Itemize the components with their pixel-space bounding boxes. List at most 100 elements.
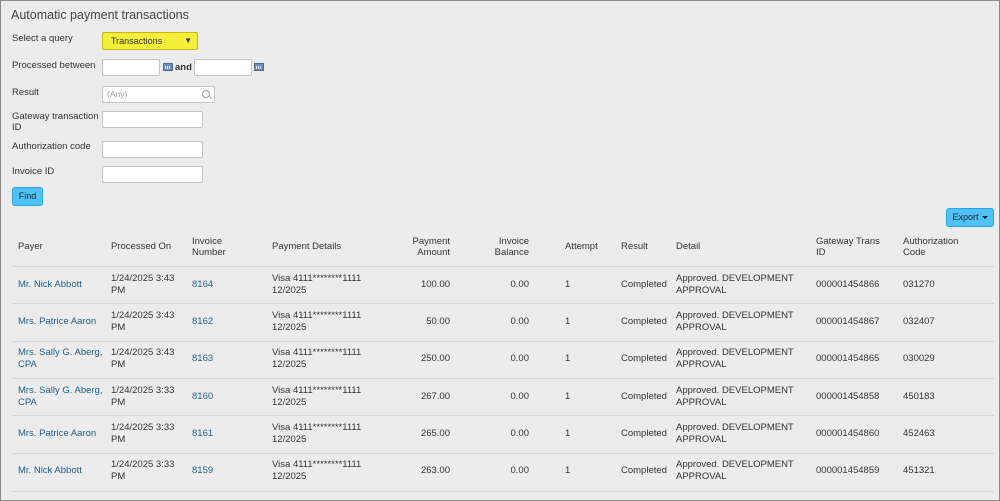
header-payment-amount: Payment Amount — [412, 236, 451, 258]
cell-processed-on: 1/24/2025 3:33 PM — [111, 459, 175, 483]
cell-invoice-number[interactable]: 8164 — [192, 279, 252, 291]
cell-authorization-code: 032407 — [903, 315, 935, 327]
cell-invoice-balance: 0.00 — [510, 315, 530, 327]
auth-input[interactable] — [102, 141, 203, 158]
cell-payment-amount: 50.00 — [426, 315, 450, 327]
cell-detail: Approved. DEVELOPMENT APPROVAL — [676, 347, 794, 371]
cell-payer[interactable]: Mr. Nick Abbott — [18, 465, 108, 477]
processed-to-input[interactable] — [194, 59, 252, 76]
cell-gateway-trans-id: 000001454860 — [816, 427, 880, 439]
processed-from-input[interactable] — [102, 59, 160, 76]
header-authorization-code: Authorization Code — [903, 236, 959, 258]
cell-payment-amount: 100.00 — [420, 278, 450, 290]
page-title: Automatic payment transactions — [11, 8, 189, 22]
cell-gateway-trans-id: 000001454865 — [816, 353, 880, 365]
cell-payer[interactable]: Mr. Nick Abbott — [18, 279, 108, 291]
cell-authorization-code: 031270 — [903, 278, 935, 290]
cell-payment-details: Visa 4111********1111 12/2025 — [272, 459, 362, 483]
and-label: and — [175, 62, 192, 73]
cell-attempt: 1 — [565, 427, 571, 439]
search-icon — [202, 90, 210, 98]
cell-processed-on: 1/24/2025 3:43 PM — [111, 309, 175, 333]
result-input[interactable]: (Any) — [102, 86, 215, 103]
payments-page: Automatic payment transactions Select a … — [0, 0, 1000, 501]
cell-payment-details: Visa 4111********1111 12/2025 — [272, 347, 362, 371]
cell-invoice-balance: 0.00 — [510, 278, 530, 290]
cell-payment-details: Visa 4111********1111 12/2025 — [272, 384, 362, 408]
cell-invoice-balance: 0.00 — [510, 353, 530, 365]
header-gateway-trans-id: Gateway Trans ID — [816, 236, 880, 258]
header-detail: Detail — [676, 241, 701, 252]
cell-gateway-trans-id: 000001454858 — [816, 390, 880, 402]
cell-processed-on: 1/24/2025 3:43 PM — [111, 272, 175, 296]
header-result: Result — [621, 241, 648, 252]
result-placeholder: (Any) — [107, 89, 128, 99]
export-button[interactable]: Export — [946, 208, 994, 227]
cell-invoice-number[interactable]: 8162 — [192, 316, 252, 328]
chevron-down-icon: ▼ — [184, 36, 192, 45]
cell-invoice-number[interactable]: 8163 — [192, 353, 252, 365]
header-invoice-balance: Invoice Balance — [494, 236, 529, 258]
cell-attempt: 1 — [565, 465, 571, 477]
query-select[interactable]: Transactions ▼ — [102, 32, 198, 50]
auth-label: Authorization code — [12, 141, 91, 152]
cell-result: Completed — [621, 353, 667, 365]
cell-payment-amount: 250.00 — [420, 353, 450, 365]
cell-result: Completed — [621, 427, 667, 439]
header-payer: Payer — [18, 241, 43, 252]
cell-gateway-trans-id: 000001454859 — [816, 465, 880, 477]
cell-authorization-code: 030029 — [903, 353, 935, 365]
cell-invoice-number[interactable]: 8161 — [192, 428, 252, 440]
cell-invoice-balance: 0.00 — [510, 465, 530, 477]
cell-invoice-balance: 0.00 — [510, 390, 530, 402]
cell-payment-amount: 267.00 — [420, 390, 450, 402]
cell-payer[interactable]: Mrs. Sally G. Aberg, CPA — [18, 347, 108, 371]
caret-down-icon — [981, 216, 988, 220]
cell-payment-details: Visa 4111********1111 12/2025 — [272, 272, 362, 296]
cell-attempt: 1 — [565, 315, 571, 327]
cell-payment-amount: 265.00 — [420, 427, 450, 439]
cell-invoice-number[interactable]: 8160 — [192, 391, 252, 403]
cell-processed-on: 1/24/2025 3:33 PM — [111, 384, 175, 408]
cell-payment-amount: 263.00 — [420, 465, 450, 477]
gateway-label: Gateway transaction ID — [12, 111, 99, 133]
cell-detail: Approved. DEVELOPMENT APPROVAL — [676, 384, 794, 408]
cell-payer[interactable]: Mrs. Sally G. Aberg, CPA — [18, 385, 108, 409]
cell-payer[interactable]: Mrs. Patrice Aaron — [18, 428, 108, 440]
processed-label: Processed between — [12, 60, 96, 71]
header-attempt: Attempt — [565, 241, 598, 252]
cell-result: Completed — [621, 390, 667, 402]
cell-invoice-number[interactable]: 8159 — [192, 465, 252, 477]
cell-attempt: 1 — [565, 390, 571, 402]
cell-authorization-code: 452463 — [903, 427, 935, 439]
header-payment-details: Payment Details — [272, 241, 342, 252]
cell-invoice-balance: 0.00 — [510, 427, 530, 439]
gateway-input[interactable] — [102, 111, 203, 128]
cell-result: Completed — [621, 278, 667, 290]
cell-detail: Approved. DEVELOPMENT APPROVAL — [676, 272, 794, 296]
invoice-input[interactable] — [102, 166, 203, 183]
header-processed-on: Processed On — [111, 241, 172, 252]
cell-payment-details: Visa 4111********1111 12/2025 — [272, 421, 362, 445]
cell-result: Completed — [621, 315, 667, 327]
cell-detail: Approved. DEVELOPMENT APPROVAL — [676, 459, 794, 483]
cell-result: Completed — [621, 465, 667, 477]
header-invoice-number: Invoice Number — [192, 236, 226, 258]
cell-detail: Approved. DEVELOPMENT APPROVAL — [676, 309, 794, 333]
invoice-label: Invoice ID — [12, 166, 55, 177]
query-label: Select a query — [12, 33, 73, 44]
cell-gateway-trans-id: 000001454866 — [816, 278, 880, 290]
calendar-icon[interactable] — [163, 63, 173, 71]
calendar-icon[interactable] — [254, 63, 264, 71]
result-label: Result — [12, 87, 39, 98]
cell-payment-details: Visa 4111********1111 12/2025 — [272, 309, 362, 333]
cell-processed-on: 1/24/2025 3:43 PM — [111, 347, 175, 371]
cell-attempt: 1 — [565, 278, 571, 290]
cell-authorization-code: 451321 — [903, 465, 935, 477]
cell-payer[interactable]: Mrs. Patrice Aaron — [18, 316, 108, 328]
cell-detail: Approved. DEVELOPMENT APPROVAL — [676, 421, 794, 445]
query-select-value: Transactions — [111, 36, 163, 46]
find-button[interactable]: Find — [12, 187, 43, 206]
cell-processed-on: 1/24/2025 3:33 PM — [111, 421, 175, 445]
cell-gateway-trans-id: 000001454867 — [816, 315, 880, 327]
